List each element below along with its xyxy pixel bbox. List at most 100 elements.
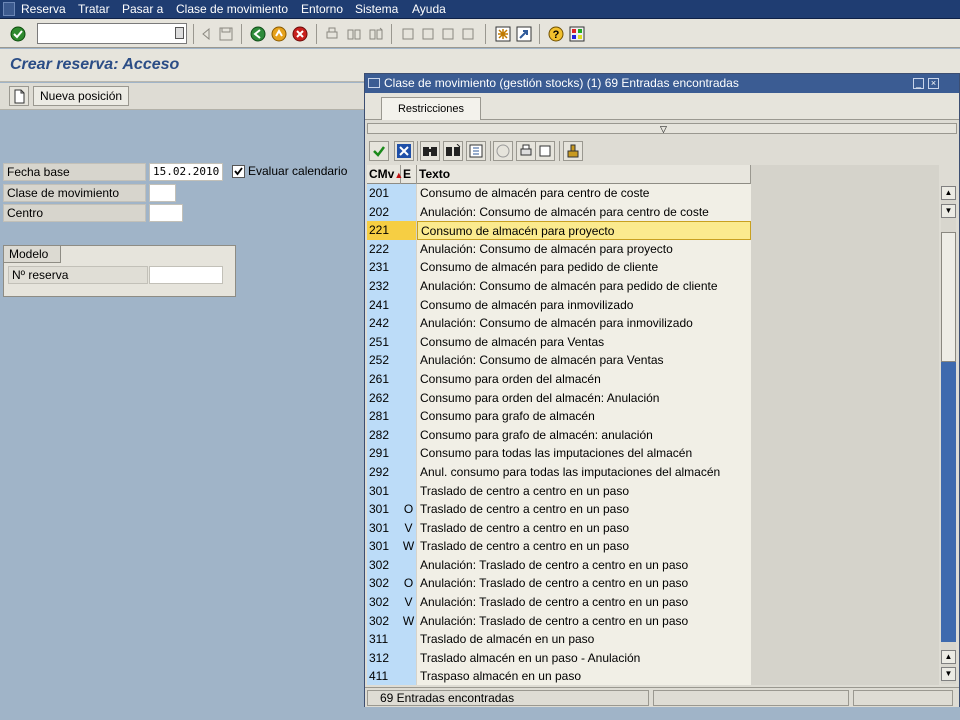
scroll-up-icon[interactable]: ▼: [941, 204, 956, 218]
status-text: 69 Entradas encontradas: [367, 690, 649, 706]
table-row[interactable]: 281 Consumo para grafo de almacén: [367, 407, 751, 426]
cell-cmv: 222: [367, 239, 401, 259]
menu-reserva[interactable]: Reserva: [21, 2, 66, 16]
table-row[interactable]: 241 Consumo de almacén para inmovilizado: [367, 295, 751, 315]
menu-sistema[interactable]: Sistema: [355, 2, 398, 16]
fecha-base-input[interactable]: 15.02.2010: [149, 163, 223, 181]
menu-tratar[interactable]: Tratar: [78, 2, 110, 16]
cell-e: [401, 444, 416, 463]
accept-check-icon[interactable]: [369, 141, 389, 161]
table-row[interactable]: 201 Consumo de almacén para centro de cos…: [367, 184, 751, 203]
cell-e: [401, 630, 416, 649]
first-page-icon: [398, 24, 417, 43]
scrollbar-track[interactable]: [941, 362, 956, 642]
table-row[interactable]: 312 Traslado almacén en un paso - Anulaci…: [367, 648, 751, 668]
new-session-icon[interactable]: [493, 24, 512, 43]
menu-pasar-a[interactable]: Pasar a: [122, 2, 163, 16]
cell-texto: Consumo de almacén para pedido de client…: [417, 258, 751, 277]
table-row[interactable]: 292 Anul. consumo para todas las imputaci…: [367, 462, 751, 482]
centro-input[interactable]: [149, 204, 183, 222]
cell-e: [401, 425, 416, 445]
close-icon[interactable]: ×: [928, 78, 939, 89]
tab-restricciones[interactable]: Restricciones: [381, 97, 481, 120]
minimize-icon[interactable]: _: [913, 78, 924, 89]
back-icon[interactable]: [248, 24, 267, 43]
list-options-icon[interactable]: [535, 141, 555, 161]
column-header-cmv[interactable]: CMv▲: [367, 165, 403, 184]
vertical-scrollbar[interactable]: ▲ ▼ ▲ ▼: [941, 186, 956, 684]
personal-list-icon[interactable]: [563, 141, 583, 161]
table-row[interactable]: 311 Traslado de almacén en un paso: [367, 630, 751, 649]
scroll-down-icon[interactable]: ▲: [941, 650, 956, 664]
popup-title-bar: Clase de movimiento (gestión stocks) (1)…: [365, 74, 959, 93]
cell-cmv: 202: [367, 202, 401, 222]
document-icon: [14, 89, 25, 104]
table-row[interactable]: 231 Consumo de almacén para pedido de cli…: [367, 258, 751, 277]
cell-cmv: 292: [367, 462, 401, 482]
table-row[interactable]: 221 Consumo de almacén para proyecto: [367, 221, 751, 240]
cell-cmv: 201: [367, 184, 401, 203]
table-row[interactable]: 261 Consumo para orden del almacén: [367, 369, 751, 389]
table-row[interactable]: 232 Anulación: Consumo de almacén para pe…: [367, 276, 751, 296]
menu-entorno[interactable]: Entorno: [301, 2, 343, 16]
cancel-x-icon[interactable]: [394, 141, 414, 161]
prev-arrow-icon: [196, 24, 215, 43]
table-row[interactable]: 302 V Anulación: Traslado de centro a cent…: [367, 593, 751, 612]
sort-icon[interactable]: [466, 141, 486, 161]
find-next-binoculars-icon[interactable]: [443, 141, 463, 161]
enter-check-icon[interactable]: [8, 24, 27, 43]
command-field[interactable]: [37, 23, 187, 44]
cell-e: [401, 481, 416, 501]
find-binoculars-icon[interactable]: [420, 141, 440, 161]
scroll-bottom-icon[interactable]: ▼: [941, 667, 956, 681]
cell-cmv: 252: [367, 351, 401, 370]
command-field-dropdown-icon[interactable]: [175, 27, 184, 39]
table-row[interactable]: 301 W Traslado de centro a centro en un pa…: [367, 537, 751, 556]
scrollbar-thumb[interactable]: [941, 232, 956, 362]
cell-cmv: 241: [367, 295, 401, 315]
table-row[interactable]: 301 O Traslado de centro a centro en un pa…: [367, 500, 751, 519]
cell-cmv: 291: [367, 444, 401, 463]
menu-clase-de-movimiento[interactable]: Clase de movimiento: [176, 2, 288, 16]
table-row[interactable]: 291 Consumo para todas las imputaciones d…: [367, 444, 751, 463]
table-row[interactable]: 411 Traspaso almacén en un paso: [367, 667, 751, 685]
cell-e: V: [401, 593, 416, 612]
scroll-top-icon[interactable]: ▲: [941, 186, 956, 200]
menu-ayuda[interactable]: Ayuda: [412, 2, 446, 16]
print-icon: [322, 24, 341, 43]
column-header-texto[interactable]: Texto: [417, 165, 751, 184]
table-row[interactable]: 262 Consumo para orden del almacén: Anula…: [367, 388, 751, 408]
table-row[interactable]: 242 Anulación: Consumo de almacén para in…: [367, 314, 751, 333]
table-row[interactable]: 252 Anulación: Consumo de almacén para Ve…: [367, 351, 751, 370]
customize-layout-icon[interactable]: [567, 24, 586, 43]
table-row[interactable]: 302 W Anulación: Traslado de centro a cent…: [367, 611, 751, 631]
cell-texto: Traslado de centro a centro en un paso: [417, 500, 751, 519]
information-icon: [493, 141, 513, 161]
table-row[interactable]: 302 Anulación: Traslado de centro a centr…: [367, 555, 751, 575]
table-row[interactable]: 302 O Anulación: Traslado de centro a cent…: [367, 574, 751, 594]
sap-window-icon[interactable]: [3, 2, 15, 16]
cell-cmv: 282: [367, 425, 401, 445]
print-list-icon[interactable]: [516, 141, 536, 161]
table-row[interactable]: 282 Consumo para grafo de almacén: anulac…: [367, 425, 751, 445]
column-header-e[interactable]: E: [401, 165, 417, 184]
evaluar-calendario-checkbox[interactable]: [232, 165, 245, 178]
cell-cmv: 242: [367, 314, 401, 333]
table-row[interactable]: 222 Anulación: Consumo de almacén para pr…: [367, 239, 751, 259]
cell-e: V: [401, 518, 416, 538]
exit-icon[interactable]: [269, 24, 288, 43]
reserva-input[interactable]: [149, 266, 223, 284]
help-icon[interactable]: ?: [546, 24, 565, 43]
table-row[interactable]: 301 Traslado de centro a centro en un pas…: [367, 481, 751, 501]
cancel-icon[interactable]: [290, 24, 309, 43]
clase-movimiento-input[interactable]: [149, 184, 176, 202]
table-row[interactable]: 202 Anulación: Consumo de almacén para ce…: [367, 202, 751, 222]
restrictions-expander[interactable]: ▽: [367, 123, 957, 134]
create-shortcut-icon[interactable]: [514, 24, 533, 43]
cell-e: [401, 351, 416, 370]
table-row[interactable]: 301 V Traslado de centro a centro en un pa…: [367, 518, 751, 538]
new-position-button[interactable]: Nueva posición: [33, 86, 130, 106]
table-row[interactable]: 251 Consumo de almacén para Ventas: [367, 332, 751, 352]
cell-texto: Anul. consumo para todas las imputacione…: [417, 462, 751, 482]
new-document-button[interactable]: [9, 86, 29, 106]
